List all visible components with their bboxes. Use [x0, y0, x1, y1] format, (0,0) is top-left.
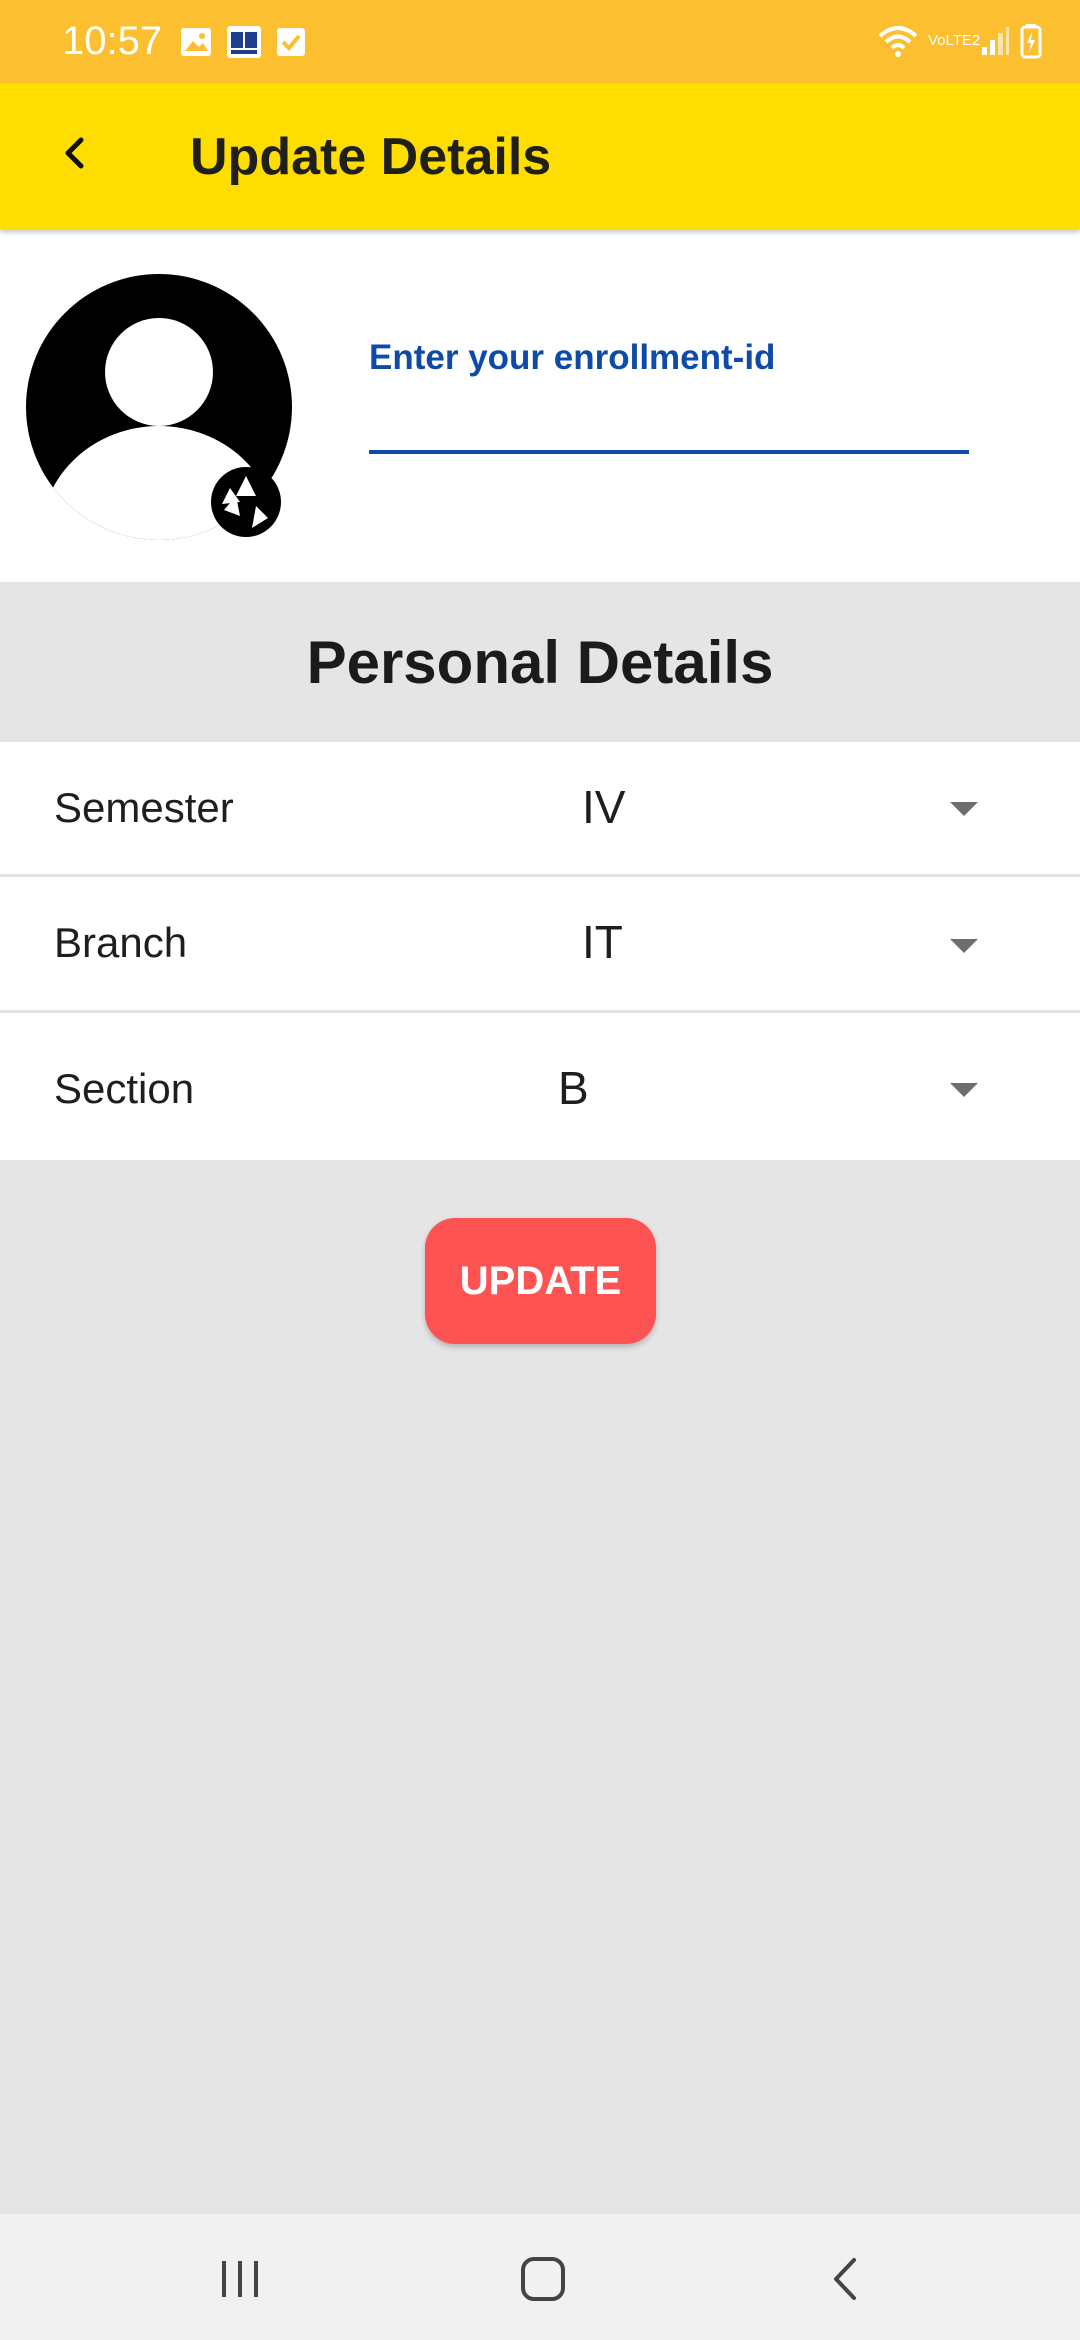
recent-apps-icon [222, 2261, 258, 2297]
home-icon [521, 2257, 565, 2301]
update-button[interactable]: UPDATE [425, 1218, 656, 1344]
wifi-icon [878, 26, 918, 57]
checkbox-icon [277, 28, 305, 56]
chevron-down-icon[interactable] [950, 1083, 978, 1097]
chevron-down-icon[interactable] [950, 802, 978, 816]
back-arrow-icon [65, 137, 84, 169]
volte-icon: VoLTE2 [928, 32, 981, 49]
camera-shutter-icon[interactable] [210, 466, 282, 538]
app-bar: Update Details [0, 83, 1080, 230]
semester-label: Semester [54, 784, 234, 831]
personal-details-header: Personal Details [0, 582, 1080, 742]
battery-charging-icon [1020, 24, 1042, 59]
profile-section: Enter your enrollment-id [0, 230, 1080, 582]
section-dropdown[interactable]: B [558, 1061, 589, 1115]
gallery-icon [181, 28, 211, 56]
status-notification-icons [180, 22, 306, 62]
enrollment-id-underline [369, 450, 969, 454]
branch-label: Branch [54, 919, 188, 966]
branch-dropdown[interactable]: IT [582, 915, 623, 969]
nav-back-button[interactable] [810, 2244, 880, 2314]
chevron-down-icon[interactable] [950, 939, 978, 953]
semester-dropdown[interactable]: IV [582, 780, 625, 834]
semester-row: Semester IV [0, 742, 1080, 874]
branch-row: Branch IT [0, 877, 1080, 1010]
section-label: Section [54, 1065, 195, 1112]
back-icon [834, 2258, 856, 2300]
signal-icon [982, 27, 1009, 55]
status-time: 10:57 [62, 19, 163, 63]
section-title: Personal Details [306, 628, 774, 696]
enrollment-id-field[interactable]: Enter your enrollment-id [369, 338, 775, 378]
home-button[interactable] [508, 2244, 578, 2314]
section-row: Section B [0, 1013, 1080, 1160]
status-system-icons: VoLTE2 [878, 18, 1042, 64]
recent-apps-button[interactable] [205, 2244, 275, 2314]
status-bar: 10:57 VoLTE2 [0, 0, 1080, 83]
book-app-icon [227, 26, 261, 58]
system-nav-bar [0, 2214, 1080, 2340]
back-button[interactable] [44, 123, 104, 183]
page-title: Update Details [190, 128, 552, 186]
